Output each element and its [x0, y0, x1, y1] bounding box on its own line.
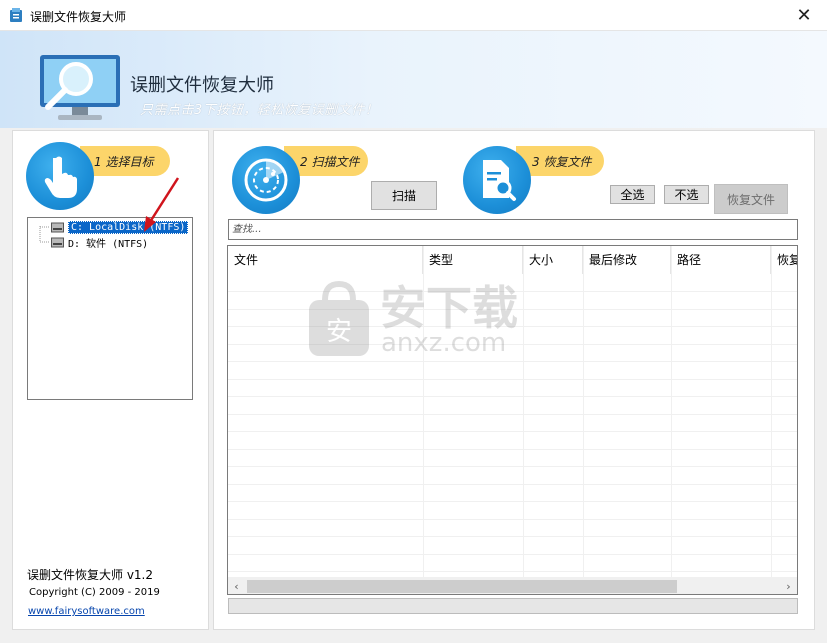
monitor-magnifier-icon	[40, 55, 120, 120]
pointing-hand-icon	[44, 156, 77, 198]
table-row-divider	[228, 536, 797, 537]
document-search-icon	[483, 160, 516, 201]
banner-subtitle: 只需点击3下按钮，轻松恢复误删文件！	[140, 103, 379, 118]
step-3-badge	[463, 146, 531, 214]
hard-drive-icon	[51, 222, 64, 233]
scroll-right-icon[interactable]: ›	[780, 578, 797, 594]
scroll-left-icon[interactable]: ‹	[228, 578, 245, 594]
search-field[interactable]	[228, 219, 798, 240]
step-1-badge	[26, 142, 94, 210]
search-input[interactable]	[229, 220, 797, 239]
select-all-button[interactable]: 全选	[610, 185, 655, 204]
scrollbar-thumb[interactable]	[247, 580, 677, 593]
table-row-divider	[228, 291, 797, 292]
step-1-label: 1 选择目标	[94, 154, 154, 169]
annotation-arrow-icon	[144, 177, 180, 232]
radar-icon	[244, 158, 288, 202]
recover-files-button[interactable]: 恢复文件	[714, 184, 788, 214]
drive-item-d[interactable]: D: 软件 (NTFS)	[51, 235, 148, 250]
table-row-divider	[228, 414, 797, 415]
column-header-recover[interactable]: 恢复	[771, 246, 797, 274]
table-row-divider	[228, 571, 797, 572]
table-row-divider	[228, 519, 797, 520]
drive-label-d: D: 软件 (NTFS)	[68, 239, 149, 250]
table-column-divider	[423, 246, 424, 578]
banner-title: 误删文件恢复大师	[130, 75, 274, 96]
table-column-divider	[671, 246, 672, 578]
step-2-label: 2 扫描文件	[300, 154, 360, 169]
footer-app-version: 误删文件恢复大师 v1.2	[27, 568, 154, 582]
column-header-path[interactable]: 路径	[671, 246, 771, 274]
drive-tree[interactable]: C: LocalDisk (NTFS) D: 软件 (NTFS)	[27, 217, 193, 400]
table-row-divider	[228, 361, 797, 362]
scan-button[interactable]: 扫描	[371, 181, 437, 210]
close-button[interactable]: ✕	[781, 0, 827, 31]
tree-connector-lines	[39, 226, 50, 243]
step-2-badge	[232, 146, 300, 214]
header-banner: 误删文件恢复大师 只需点击3下按钮，轻松恢复误删文件！	[0, 31, 827, 128]
select-none-button[interactable]: 不选	[664, 185, 709, 204]
footer-copyright: Copyright (C) 2009 - 2019	[29, 587, 160, 598]
table-row-divider	[228, 309, 797, 310]
table-column-divider	[523, 246, 524, 578]
progress-bar	[228, 598, 798, 614]
table-row-divider	[228, 326, 797, 327]
title-bar: 误删文件恢复大师 ✕	[0, 0, 827, 31]
table-column-divider	[771, 246, 772, 578]
table-row-divider	[228, 431, 797, 432]
table-row-divider	[228, 379, 797, 380]
table-row-divider	[228, 501, 797, 502]
file-list-table[interactable]: 文件 类型 大小 最后修改 路径 恢复 ‹ ›	[227, 245, 798, 595]
table-row-divider	[228, 449, 797, 450]
window-title: 误删文件恢复大师	[30, 10, 127, 24]
table-row-divider	[228, 396, 797, 397]
column-header-file[interactable]: 文件	[228, 246, 423, 274]
hard-drive-icon	[51, 237, 64, 248]
table-row-divider	[228, 466, 797, 467]
website-link[interactable]: www.fairysoftware.com	[28, 606, 145, 617]
table-header: 文件 类型 大小 最后修改 路径 恢复	[228, 246, 797, 274]
column-header-modified[interactable]: 最后修改	[583, 246, 671, 274]
app-icon	[10, 8, 22, 22]
column-header-type[interactable]: 类型	[423, 246, 523, 274]
close-icon: ✕	[796, 5, 812, 26]
table-column-divider	[583, 246, 584, 578]
table-row-divider	[228, 484, 797, 485]
column-header-size[interactable]: 大小	[523, 246, 583, 274]
horizontal-scrollbar[interactable]: ‹ ›	[228, 577, 797, 594]
step-3-label: 3 恢复文件	[532, 154, 592, 169]
table-row-divider	[228, 554, 797, 555]
table-row-divider	[228, 344, 797, 345]
